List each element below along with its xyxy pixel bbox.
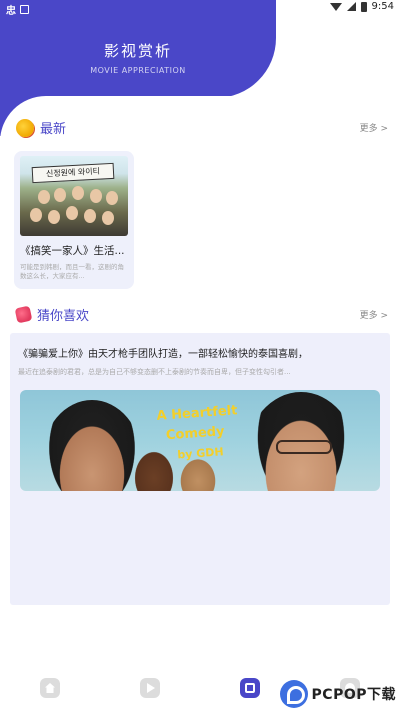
latest-emoji-icon [16, 118, 34, 137]
home-icon [45, 683, 55, 693]
watermark-text: PCPOP下载 [311, 687, 396, 703]
nav-movie-button[interactable] [240, 678, 260, 698]
image-notification-icon [20, 5, 29, 14]
recommendation-card[interactable]: 《骗骗爱上你》由天才枪手团队打造，一部轻松愉快的泰国喜剧， 最近在追泰剧的君君，… [10, 333, 390, 605]
recommendation-title: 《骗骗爱上你》由天才枪手团队打造，一部轻松愉快的泰国喜剧， [18, 349, 308, 360]
poster-face [30, 208, 42, 222]
poster-face [48, 210, 60, 224]
latest-more-link[interactable]: 更多 > [360, 121, 388, 134]
guess-more-link[interactable]: 更多 > [360, 308, 388, 321]
pcpop-logo-icon [279, 680, 308, 708]
poster-face [38, 190, 50, 204]
poster-face [66, 206, 78, 220]
banner-actor-left [42, 400, 142, 491]
movie-icon [245, 683, 255, 693]
banner-tagline: A Heartfelt Comedy by GDH [156, 401, 241, 466]
signal-icon [346, 2, 356, 11]
poster-face [54, 188, 66, 202]
recommendation-description: 最近在追泰剧的君君，总是为自己不够变态删不上泰剧的节奏而自卑，但子变性勾引者..… [18, 368, 291, 376]
poster-sign: 신정원에 와이티 [31, 162, 115, 184]
guess-heading: 猜你喜欢 [14, 305, 90, 324]
recommendation-banner[interactable]: A Heartfelt Comedy by GDH [20, 390, 380, 491]
poster-face [90, 189, 102, 203]
battery-icon [360, 1, 367, 12]
wifi-icon [329, 2, 342, 11]
movie-poster: 신정원에 와이티 [20, 156, 128, 236]
latest-card-description: 可能是到韩剧，而且一看，这剧的角数这么长，大家应有... [20, 263, 124, 280]
status-bar: 忠 9:54 [0, 0, 400, 17]
latest-heading: 最新 [16, 118, 66, 137]
poster-face [84, 209, 96, 223]
poster-face [72, 186, 84, 200]
latest-heading-label: 最新 [40, 122, 67, 137]
poster-face [106, 191, 118, 205]
banner-glasses [276, 440, 332, 454]
guess-heading-label: 猜你喜欢 [37, 309, 90, 324]
latest-movie-card[interactable]: 신정원에 와이티 《搞笑一家人》生活... 可能是到韩剧，而且一看，这剧的角数这… [14, 151, 134, 289]
nav-play-button[interactable] [140, 678, 160, 698]
watermark: PCPOP下载 [279, 680, 396, 708]
status-time: 9:54 [371, 1, 394, 12]
app-badge: 忠 [6, 6, 16, 17]
heart-card-icon [14, 305, 33, 324]
content: 最新 更多 > 신정원에 와이티 《搞笑一家人》生活... 可能是到韩剧，而且一… [0, 0, 400, 720]
nav-home-button[interactable] [40, 678, 60, 698]
poster-face [102, 211, 114, 225]
play-icon [147, 683, 155, 693]
latest-card-title: 《搞笑一家人》生活... [20, 245, 125, 257]
